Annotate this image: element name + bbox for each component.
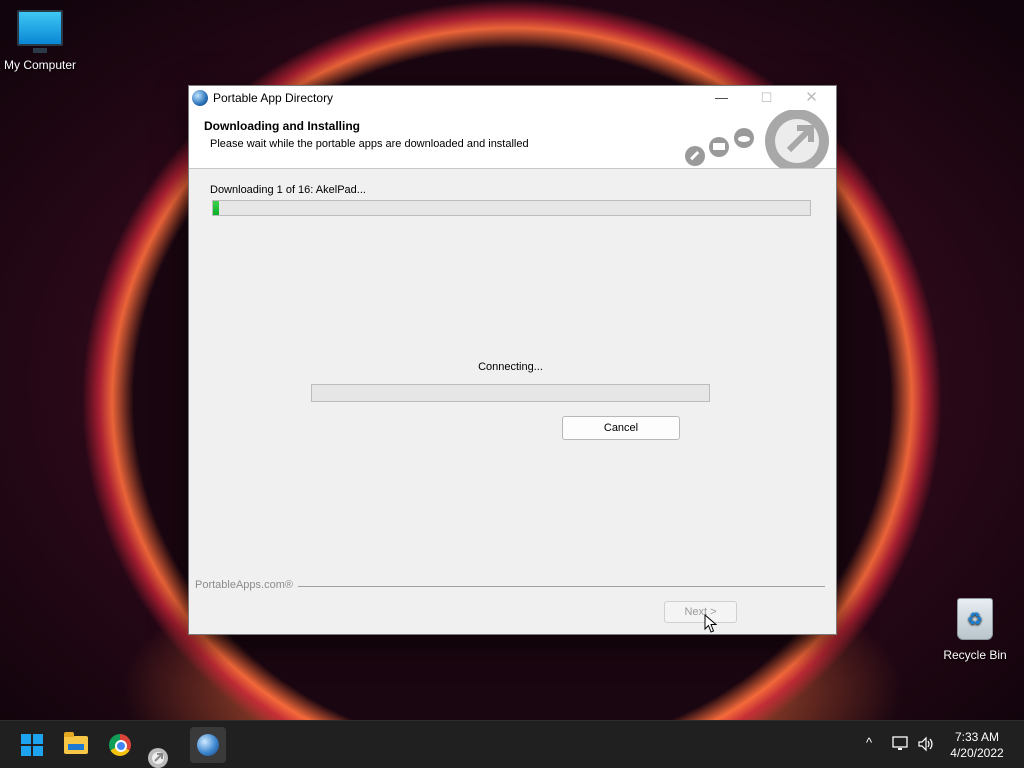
- file-progress-bar: [311, 384, 710, 402]
- taskbar-app-directory[interactable]: [190, 727, 226, 763]
- folder-icon: [64, 732, 88, 754]
- cancel-button[interactable]: Cancel: [562, 416, 680, 440]
- header-title: Downloading and Installing: [204, 119, 360, 133]
- chrome-icon: [109, 734, 131, 756]
- mouse-cursor-icon: [704, 614, 718, 633]
- taskbar-chrome[interactable]: [102, 727, 138, 763]
- close-button[interactable]: ✕: [789, 86, 834, 110]
- next-button[interactable]: Next >: [664, 601, 737, 623]
- taskbar-portableapps[interactable]: [146, 747, 170, 768]
- header-subtitle: Please wait while the portable apps are …: [210, 138, 529, 150]
- installer-window: Portable App Directory — ☐ ✕ Downloading…: [188, 85, 837, 635]
- overall-progress-fill: [213, 201, 219, 215]
- windows-logo-icon: [21, 734, 43, 756]
- clock[interactable]: 7:33 AM 4/20/2022: [946, 729, 1008, 761]
- taskbar: ^ 7:33 AM 4/20/2022: [0, 720, 1024, 768]
- taskbar-file-explorer[interactable]: [58, 727, 94, 763]
- globe-icon: [197, 734, 219, 756]
- volume-icon[interactable]: [917, 736, 935, 752]
- desktop-icon-recycle-bin[interactable]: ♻ Recycle Bin: [935, 598, 1015, 662]
- overall-progress-bar: [212, 200, 811, 216]
- portableapps-logo-icon: [685, 110, 829, 168]
- desktop-icon-label: My Computer: [3, 58, 77, 72]
- brand-label: PortableApps.com®: [195, 579, 293, 591]
- recycle-bin-icon: ♻: [957, 598, 993, 640]
- clock-time: 7:33 AM: [954, 730, 1000, 744]
- wizard-header: Downloading and Installing Please wait w…: [189, 110, 836, 169]
- desktop-icon-my-computer[interactable]: My Computer: [0, 10, 80, 72]
- maximize-button[interactable]: ☐: [744, 86, 789, 110]
- window-title: Portable App Directory: [213, 91, 334, 105]
- clock-date: 4/20/2022: [950, 746, 1004, 760]
- overall-status-text: Downloading 1 of 16: AkelPad...: [210, 184, 366, 196]
- connection-status-text: Connecting...: [478, 361, 543, 373]
- network-icon[interactable]: [892, 736, 910, 752]
- globe-icon: [192, 90, 208, 106]
- minimize-button[interactable]: —: [699, 86, 744, 110]
- footer-divider: [298, 586, 825, 587]
- title-bar[interactable]: Portable App Directory — ☐ ✕: [189, 86, 836, 110]
- monitor-icon: [17, 10, 63, 53]
- portableapps-icon: [148, 748, 168, 768]
- desktop-icon-label: Recycle Bin: [943, 648, 1007, 662]
- desktop: My Computer ♻ Recycle Bin Portable App D…: [0, 0, 1024, 768]
- tray-chevron-icon[interactable]: ^: [866, 735, 872, 750]
- start-button[interactable]: [14, 727, 50, 763]
